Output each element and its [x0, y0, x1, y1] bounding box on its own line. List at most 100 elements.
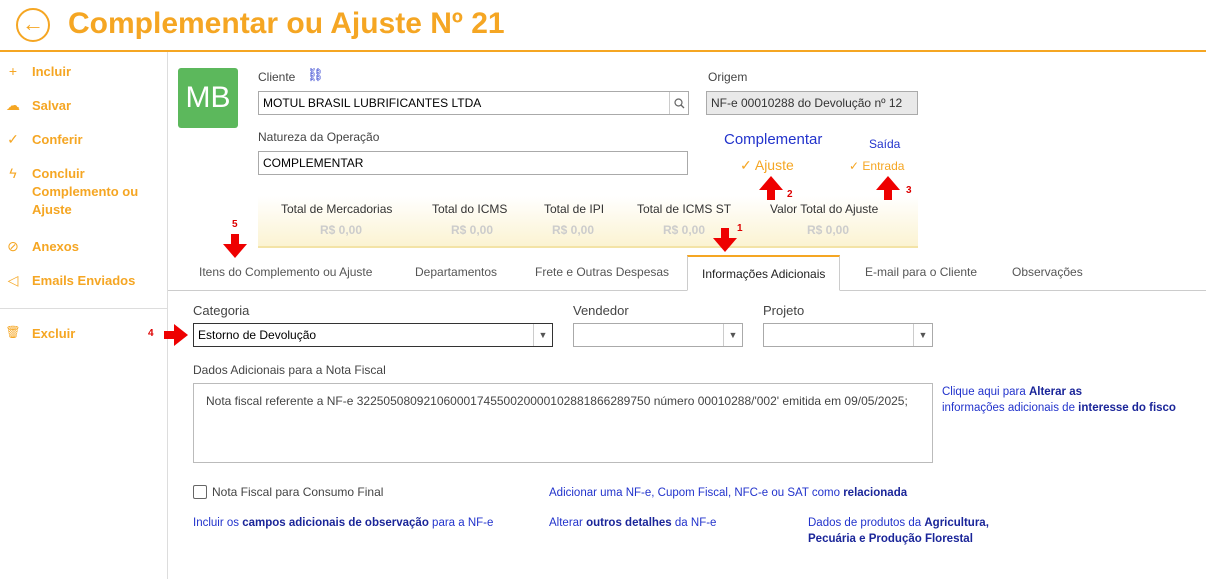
dados-adicionais-textarea[interactable]: Nota fiscal referente a NF-e 32250508092…	[193, 383, 933, 463]
page-title: Complementar ou Ajuste Nº 21	[68, 7, 505, 40]
paper-plane-icon: ◁	[7, 272, 19, 288]
page-header: ← Complementar ou Ajuste Nº 21	[0, 0, 1206, 52]
chevron-down-icon: ▼	[533, 324, 552, 346]
link-text-bold: outros detalhes	[586, 517, 672, 529]
total-icms-st-value: R$ 0,00	[663, 223, 706, 237]
entrada-label: Entrada	[862, 159, 905, 173]
link-text: Incluir os	[193, 517, 243, 529]
total-mercadorias-label: Total de Mercadorias	[281, 202, 393, 216]
tab-bar: Itens do Complemento ou Ajuste Departame…	[168, 254, 1206, 291]
link-text-bold: Pecuária e Produção Florestal	[808, 533, 973, 545]
sidebar: + Incluir ☁ Salvar ✓ Conferir ϟ Concluir…	[0, 52, 168, 579]
plus-icon: +	[8, 63, 18, 79]
annotation-number: 1	[737, 223, 743, 234]
cliente-value: MOTUL BRASIL LUBRIFICANTES LTDA	[263, 96, 482, 110]
vendedor-select[interactable]: ▼	[573, 323, 743, 347]
chevron-down-icon: ▼	[913, 324, 932, 346]
projeto-label: Projeto	[763, 303, 805, 318]
link-text-bold: interesse do fisco	[1078, 402, 1176, 414]
natureza-label: Natureza da Operação	[258, 130, 380, 144]
ajuste-label: Ajuste	[754, 157, 794, 173]
consumo-final-label: Nota Fiscal para Consumo Final	[212, 485, 384, 499]
tab-observacoes[interactable]: Observações	[1012, 254, 1083, 290]
valor-total-ajuste-label: Valor Total do Ajuste	[770, 202, 879, 216]
link-text-bold: Alterar as	[1028, 386, 1083, 398]
sidebar-item-label: Excluir	[32, 326, 76, 341]
annotation-arrow-down-icon	[223, 244, 247, 258]
annotation-number: 2	[787, 189, 793, 200]
adicionar-nfe-relacionada-link[interactable]: Adicionar uma NF-e, Cupom Fiscal, NFC-e …	[549, 485, 907, 501]
saida-option[interactable]: Saída	[869, 137, 900, 151]
categoria-value: Estorno de Devolução	[198, 328, 317, 342]
link-text-bold: relacionada	[843, 487, 908, 499]
alterar-informacoes-fisco-link[interactable]: Clique aqui para Alterar as informações …	[942, 384, 1202, 416]
annotation-number: 5	[232, 219, 238, 230]
complementar-option[interactable]: Complementar	[724, 131, 822, 148]
annotation-arrow-right-icon	[174, 324, 188, 346]
annotation-arrow-shaft	[884, 190, 892, 200]
valor-total-ajuste-value: R$ 0,00	[807, 223, 850, 237]
total-icms-st-label: Total de ICMS ST	[637, 202, 732, 216]
ajuste-option[interactable]: ✓ Ajuste	[740, 157, 794, 174]
incluir-campos-adicionais-link[interactable]: Incluir os campos adicionais de observaç…	[193, 515, 493, 531]
annotation-arrow-up-icon	[876, 176, 900, 190]
link-text-bold: campos adicionais de observação	[242, 517, 429, 529]
search-icon[interactable]	[669, 92, 688, 114]
lightning-icon: ϟ	[9, 165, 17, 181]
sidebar-divider	[0, 308, 167, 309]
categoria-select[interactable]: Estorno de Devolução ▼	[193, 323, 553, 347]
link-text: Alterar	[549, 517, 587, 529]
totals-bar: Total de Mercadorias R$ 0,00 Total do IC…	[258, 196, 918, 248]
tab-departamentos[interactable]: Departamentos	[415, 254, 497, 290]
total-mercadorias-value: R$ 0,00	[320, 223, 363, 237]
link-text: informações adicionais de	[942, 402, 1079, 414]
link-text: Clique aqui para	[942, 386, 1029, 398]
tab-frete[interactable]: Frete e Outras Despesas	[535, 254, 669, 290]
annotation-arrow-up-icon	[759, 176, 783, 190]
dados-adicionais-label: Dados Adicionais para a Nota Fiscal	[193, 363, 386, 377]
entrada-option[interactable]: ✓ Entrada	[849, 159, 904, 173]
link-text: para a NF-e	[428, 517, 494, 529]
vendedor-label: Vendedor	[573, 303, 629, 318]
sidebar-item-label: Salvar	[32, 98, 72, 113]
sidebar-item-label: Incluir	[32, 64, 72, 79]
alterar-outros-detalhes-link[interactable]: Alterar outros detalhes da NF-e	[549, 515, 716, 531]
paperclip-icon: ⊘	[7, 238, 19, 254]
sidebar-item-label: Concluir Complemento ou Ajuste	[32, 166, 139, 217]
dados-agricultura-link[interactable]: Dados de produtos da Agricultura, Pecuár…	[808, 515, 989, 547]
annotation-arrow-shaft	[231, 234, 239, 244]
total-ipi-label: Total de IPI	[544, 202, 605, 216]
link-text: Dados de produtos da	[808, 517, 925, 529]
annotation-arrow-shaft	[767, 190, 775, 200]
check-icon: ✓	[849, 159, 863, 173]
tab-itens[interactable]: Itens do Complemento ou Ajuste	[199, 254, 372, 290]
back-arrow-icon[interactable]: ←	[16, 8, 50, 42]
sidebar-item-label: Emails Enviados	[32, 273, 136, 288]
chevron-down-icon: ▼	[723, 324, 742, 346]
link-icon[interactable]: ⛓	[307, 67, 324, 83]
sidebar-item-label: Conferir	[32, 132, 83, 147]
cliente-label: Cliente	[258, 70, 296, 84]
sidebar-item-label: Anexos	[32, 239, 79, 254]
tab-informacoes-adicionais[interactable]: Informações Adicionais	[687, 255, 841, 291]
link-text-bold: Agricultura,	[924, 517, 989, 529]
tab-email-cliente[interactable]: E-mail para o Cliente	[865, 254, 977, 290]
link-text: da NF-e	[671, 517, 717, 529]
projeto-select[interactable]: ▼	[763, 323, 933, 347]
trash-icon: 🗑	[5, 325, 21, 339]
annotation-number: 3	[906, 185, 912, 196]
annotation-arrow-shaft	[721, 228, 729, 238]
check-icon: ✓	[740, 157, 755, 173]
total-icms-label: Total do ICMS	[432, 202, 508, 216]
consumo-final-checkbox[interactable]	[193, 485, 207, 499]
total-ipi-value: R$ 0,00	[552, 223, 595, 237]
natureza-input[interactable]: COMPLEMENTAR	[258, 151, 688, 175]
total-icms-value: R$ 0,00	[451, 223, 494, 237]
avatar: MB	[178, 68, 238, 128]
cliente-input[interactable]: MOTUL BRASIL LUBRIFICANTES LTDA	[258, 91, 689, 115]
link-text: Adicionar uma NF-e, Cupom Fiscal, NFC-e …	[549, 487, 844, 499]
check-icon: ✓	[7, 131, 19, 147]
origem-label: Origem	[708, 70, 748, 84]
cloud-icon: ☁	[6, 97, 20, 113]
annotation-number: 4	[148, 328, 154, 339]
